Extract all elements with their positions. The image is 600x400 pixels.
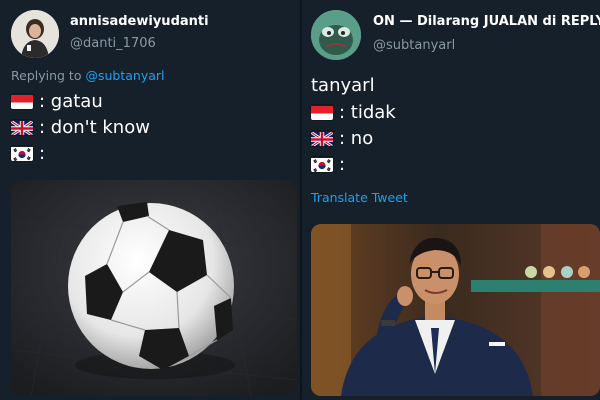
tweet-line: : don't know [11,117,150,138]
mention-link[interactable]: @subtanyarl [85,68,164,83]
indonesia-flag-icon [11,94,33,109]
indonesia-flag-icon [311,105,333,120]
translate-tweet-link[interactable]: Translate Tweet [311,190,408,205]
uk-flag-icon [311,131,333,146]
tweet-line-text: : no [339,128,374,149]
avatar[interactable] [311,10,361,60]
replying-to: Replying to @subtanyarl [11,68,165,83]
korea-flag-icon [11,146,33,161]
tweet-line-text: : gatau [39,91,103,112]
tweet-line: : [11,143,45,164]
soccer-ball-photo[interactable] [11,180,297,396]
man-in-suit-photo[interactable] [311,224,600,396]
tweet-line-text: : [339,154,346,175]
tweet-line-text: : don't know [39,117,150,138]
user-handle[interactable]: @subtanyarl [373,38,455,53]
tweet-heading: tanyarl [311,75,375,96]
tweet-line-text: : [39,143,46,164]
tweet-line: : no [311,128,373,149]
tweet-line: : [311,154,345,175]
tweet-line: : gatau [11,91,103,112]
tweet-left[interactable]: annisadewiyudanti @danti_1706 Replying t… [0,0,300,400]
screenshot: annisadewiyudanti @danti_1706 Replying t… [0,0,600,400]
tweet-line-text: : tidak [339,102,396,123]
display-name[interactable]: annisadewiyudanti [70,14,209,29]
user-handle[interactable]: @danti_1706 [70,36,156,51]
uk-flag-icon [11,120,33,135]
korea-flag-icon [311,157,333,172]
display-name[interactable]: ON — Dilarang JUALAN di REPLY MF [373,14,600,29]
tweet-right[interactable]: ON — Dilarang JUALAN di REPLY MF @subtan… [300,0,600,400]
avatar[interactable] [11,10,59,58]
tweet-line: : tidak [311,102,396,123]
replying-prefix: Replying to [11,68,82,83]
